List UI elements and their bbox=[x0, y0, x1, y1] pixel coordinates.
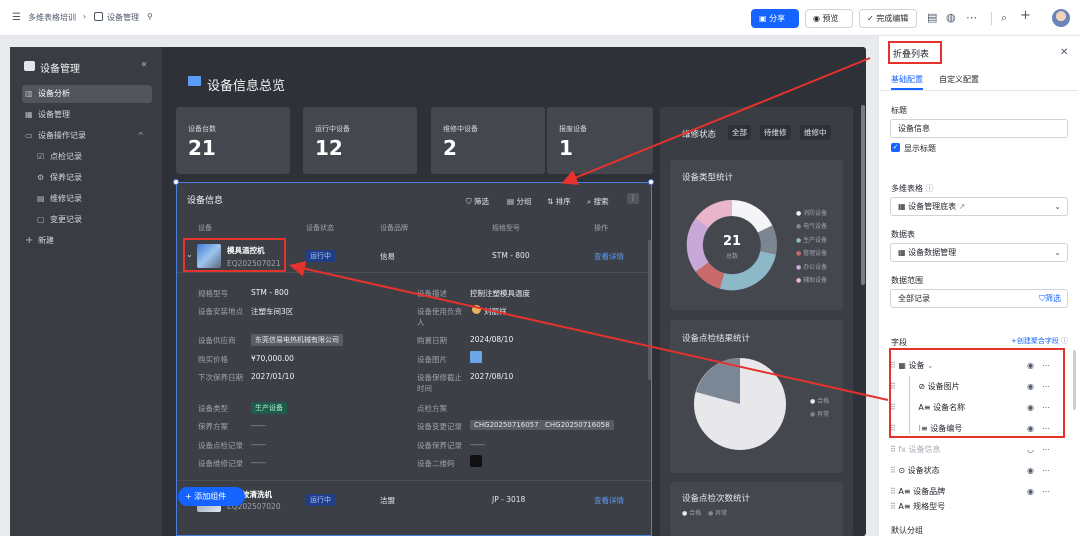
annotation-arrows bbox=[289, 57, 889, 401]
device-cell-highlight bbox=[183, 238, 286, 272]
